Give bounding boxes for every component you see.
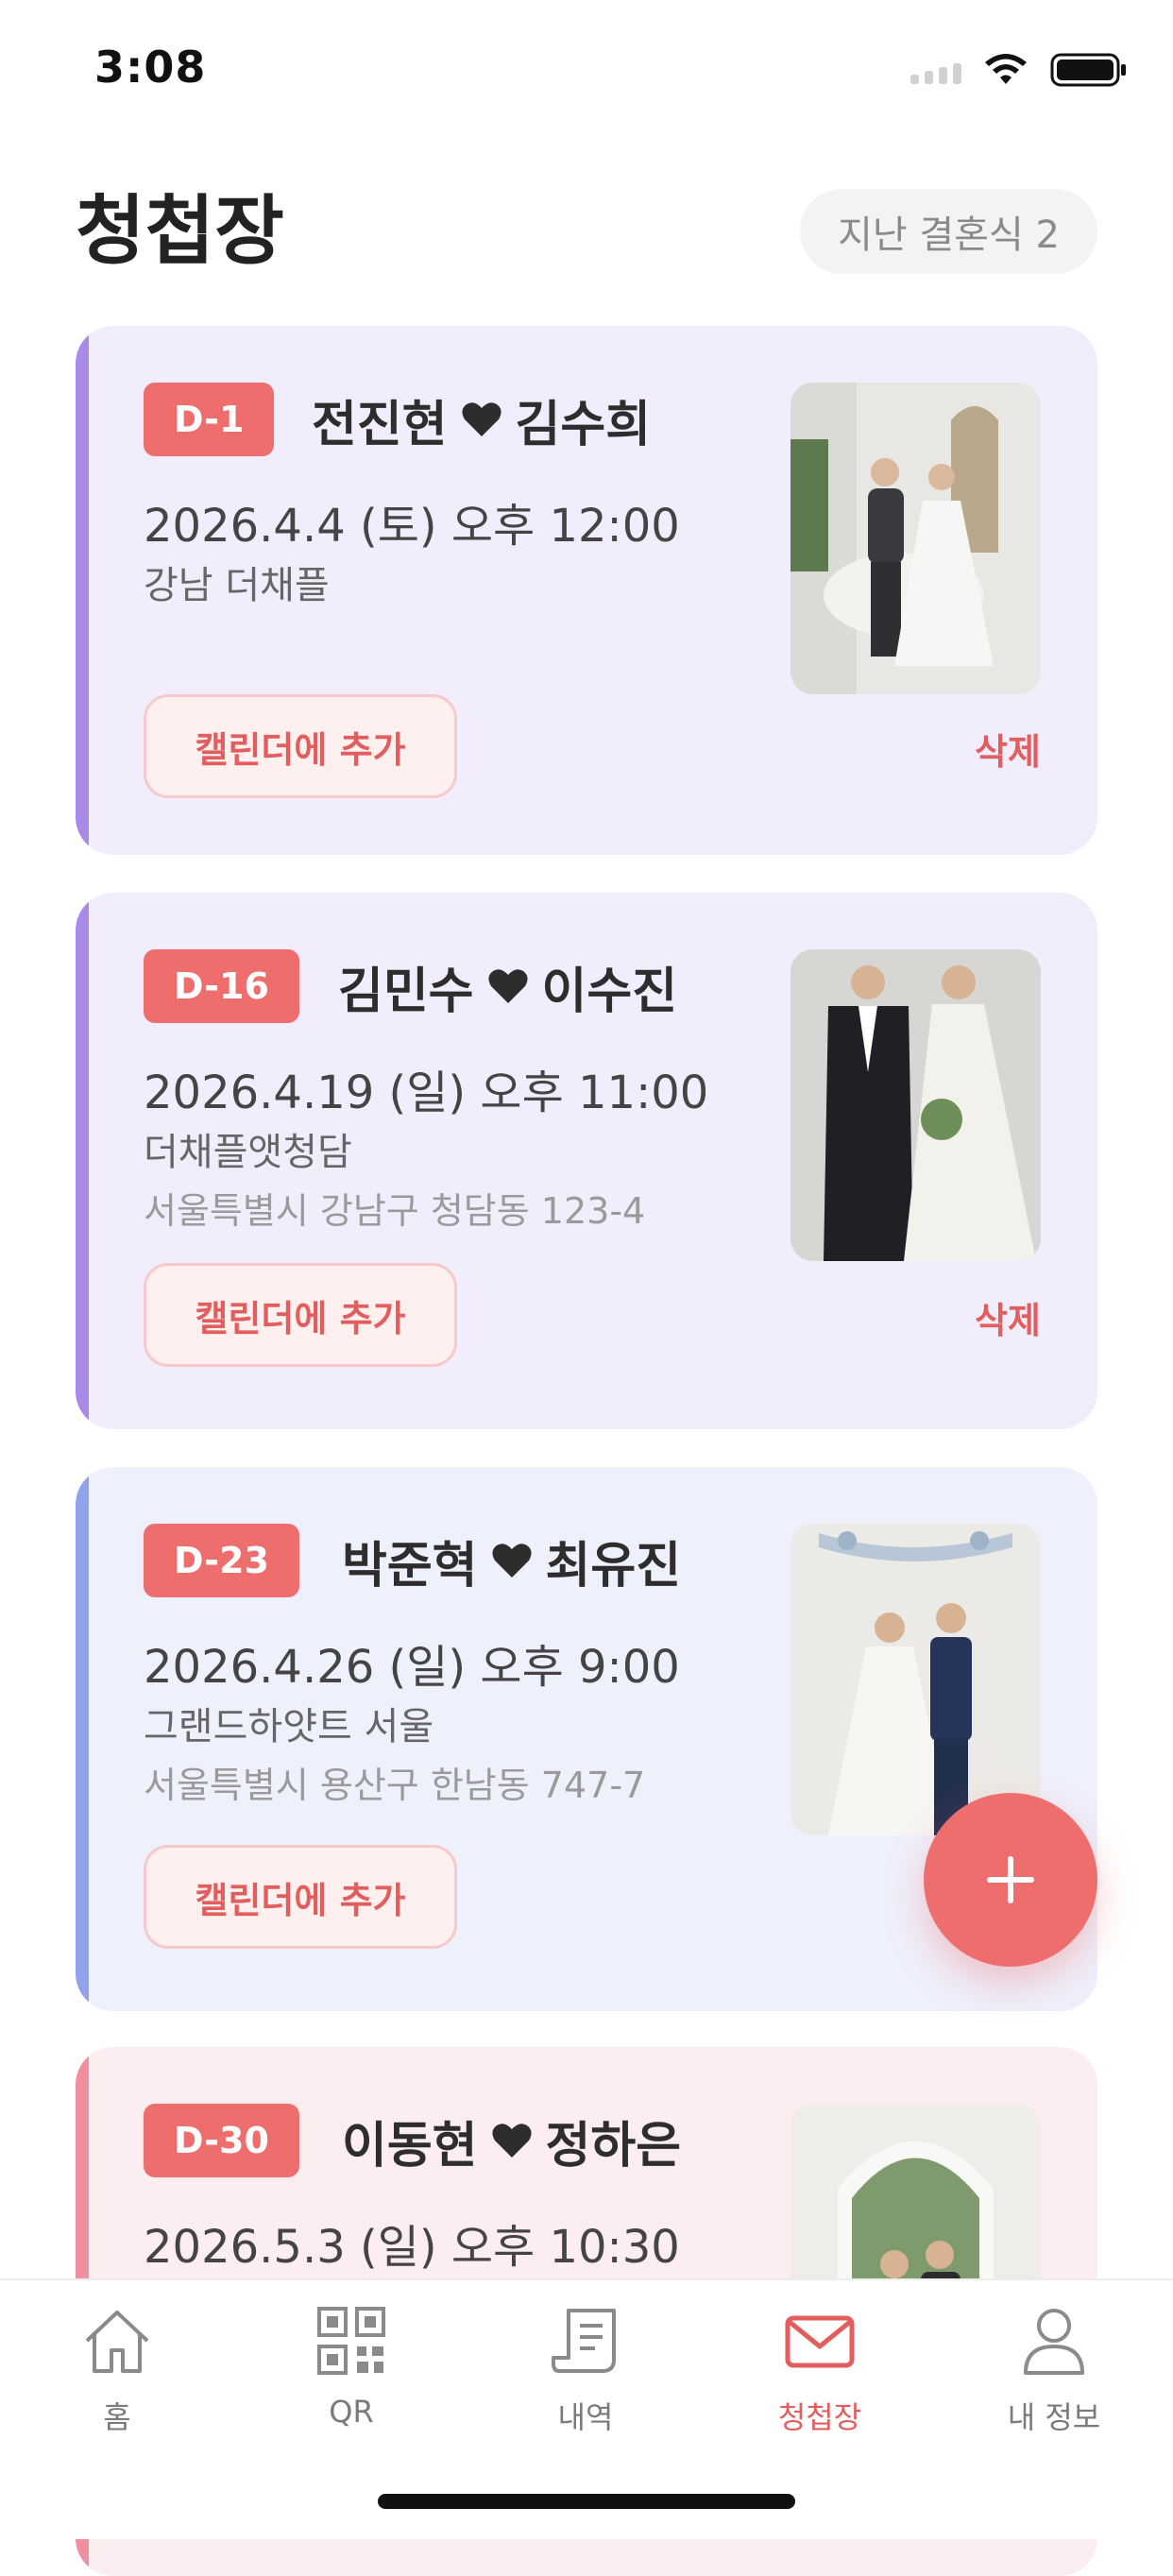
delete-button[interactable]: 삭제 [975,1291,1041,1343]
receipt-icon [552,2309,616,2373]
couple-photo [790,949,1041,1261]
groom-name: 이동현 [342,2117,478,2175]
battery-icon [1050,53,1126,87]
home-icon [85,2311,149,2373]
home-indicator[interactable] [378,2494,795,2509]
wedding-venue: 강남 더채플 [144,564,330,607]
dday-badge: D-16 [144,949,299,1023]
status-bar: 3:08 [0,0,1173,142]
wedding-date: 2026.4.19 (일) 오후 11:00 [144,1066,709,1119]
header: 청첩장 지난 결혼식 2 [76,179,1097,283]
groom-name: 전진현 [312,396,448,453]
card-accent-bar [76,893,89,1429]
delete-button[interactable]: 삭제 [975,723,1041,775]
wedding-address: 서울특별시 강남구 청담동 123-4 [144,1190,646,1232]
nav-item-invitations[interactable]: 청첩장 [703,2303,937,2445]
couple-names: 박준혁 최유진 [342,1524,681,1597]
couple-photo [790,1524,1041,1835]
nav-item-qr[interactable]: QR [234,2303,468,2445]
groom-name: 박준혁 [342,1537,478,1595]
qr-icon [317,2307,385,2375]
dday-badge: D-1 [144,383,275,456]
wifi-icon [985,54,1027,84]
bride-name: 이수진 [541,963,678,1020]
nav-label: 홈 [103,2399,131,2435]
nav-label: QR [329,2394,374,2430]
past-weddings-button[interactable]: 지난 결혼식 2 [800,189,1097,274]
plus-icon [987,1856,1034,1903]
add-to-calendar-button[interactable]: 캘린더에 추가 [144,1263,457,1367]
person-icon [1024,2309,1084,2375]
envelope-icon [785,2315,855,2368]
nav-label: 내역 [557,2399,614,2435]
wedding-address: 서울특별시 용산구 한남동 747-7 [144,1765,646,1806]
add-invitation-button[interactable] [924,1793,1097,1967]
bride-name: 김수희 [515,396,652,453]
heart-icon [491,2124,532,2158]
page-title: 청첩장 [76,187,284,275]
nav-item-home[interactable]: 홈 [0,2303,234,2445]
add-to-calendar-button[interactable]: 캘린더에 추가 [144,694,457,798]
invitation-card[interactable]: D-16 김민수 이수진 2026.4.19 (일) 오후 11:00 더채플앳… [76,893,1097,1429]
nav-label: 내 정보 [1007,2399,1101,2435]
add-to-calendar-button[interactable]: 캘린더에 추가 [144,1845,457,1949]
wedding-venue: 더채플앳청담 [144,1131,352,1174]
groom-name: 김민수 [338,963,474,1020]
heart-icon [487,969,528,1003]
nav-label: 청첩장 [777,2399,862,2435]
nav-item-history[interactable]: 내역 [468,2303,703,2445]
status-icons [910,51,1128,89]
wedding-date: 2026.5.3 (일) 오후 10:30 [144,2221,680,2274]
bride-name: 정하은 [545,2117,682,2175]
dday-badge: D-30 [144,2104,299,2177]
card-accent-bar [76,1467,89,2011]
heart-icon [491,1544,532,1578]
wedding-venue: 그랜드하얏트 서울 [144,1705,434,1749]
wedding-date: 2026.4.4 (토) 오후 12:00 [144,500,680,553]
heart-icon [461,402,502,436]
nav-item-profile[interactable]: 내 정보 [937,2303,1171,2445]
couple-names: 이동현 정하은 [342,2104,681,2177]
bride-name: 최유진 [545,1537,682,1595]
dday-badge: D-23 [144,1524,299,1597]
couple-names: 전진현 김수희 [312,383,651,456]
card-accent-bar [76,326,89,855]
couple-names: 김민수 이수진 [338,949,677,1023]
couple-photo [790,383,1041,694]
status-time: 3:08 [94,42,207,93]
wedding-date: 2026.4.26 (일) 오후 9:00 [144,1641,680,1694]
invitation-card[interactable]: D-1 전진현 김수희 2026.4.4 (토) 오후 12:00 강남 더채플… [76,326,1097,855]
cellular-signal-icon [910,56,961,84]
